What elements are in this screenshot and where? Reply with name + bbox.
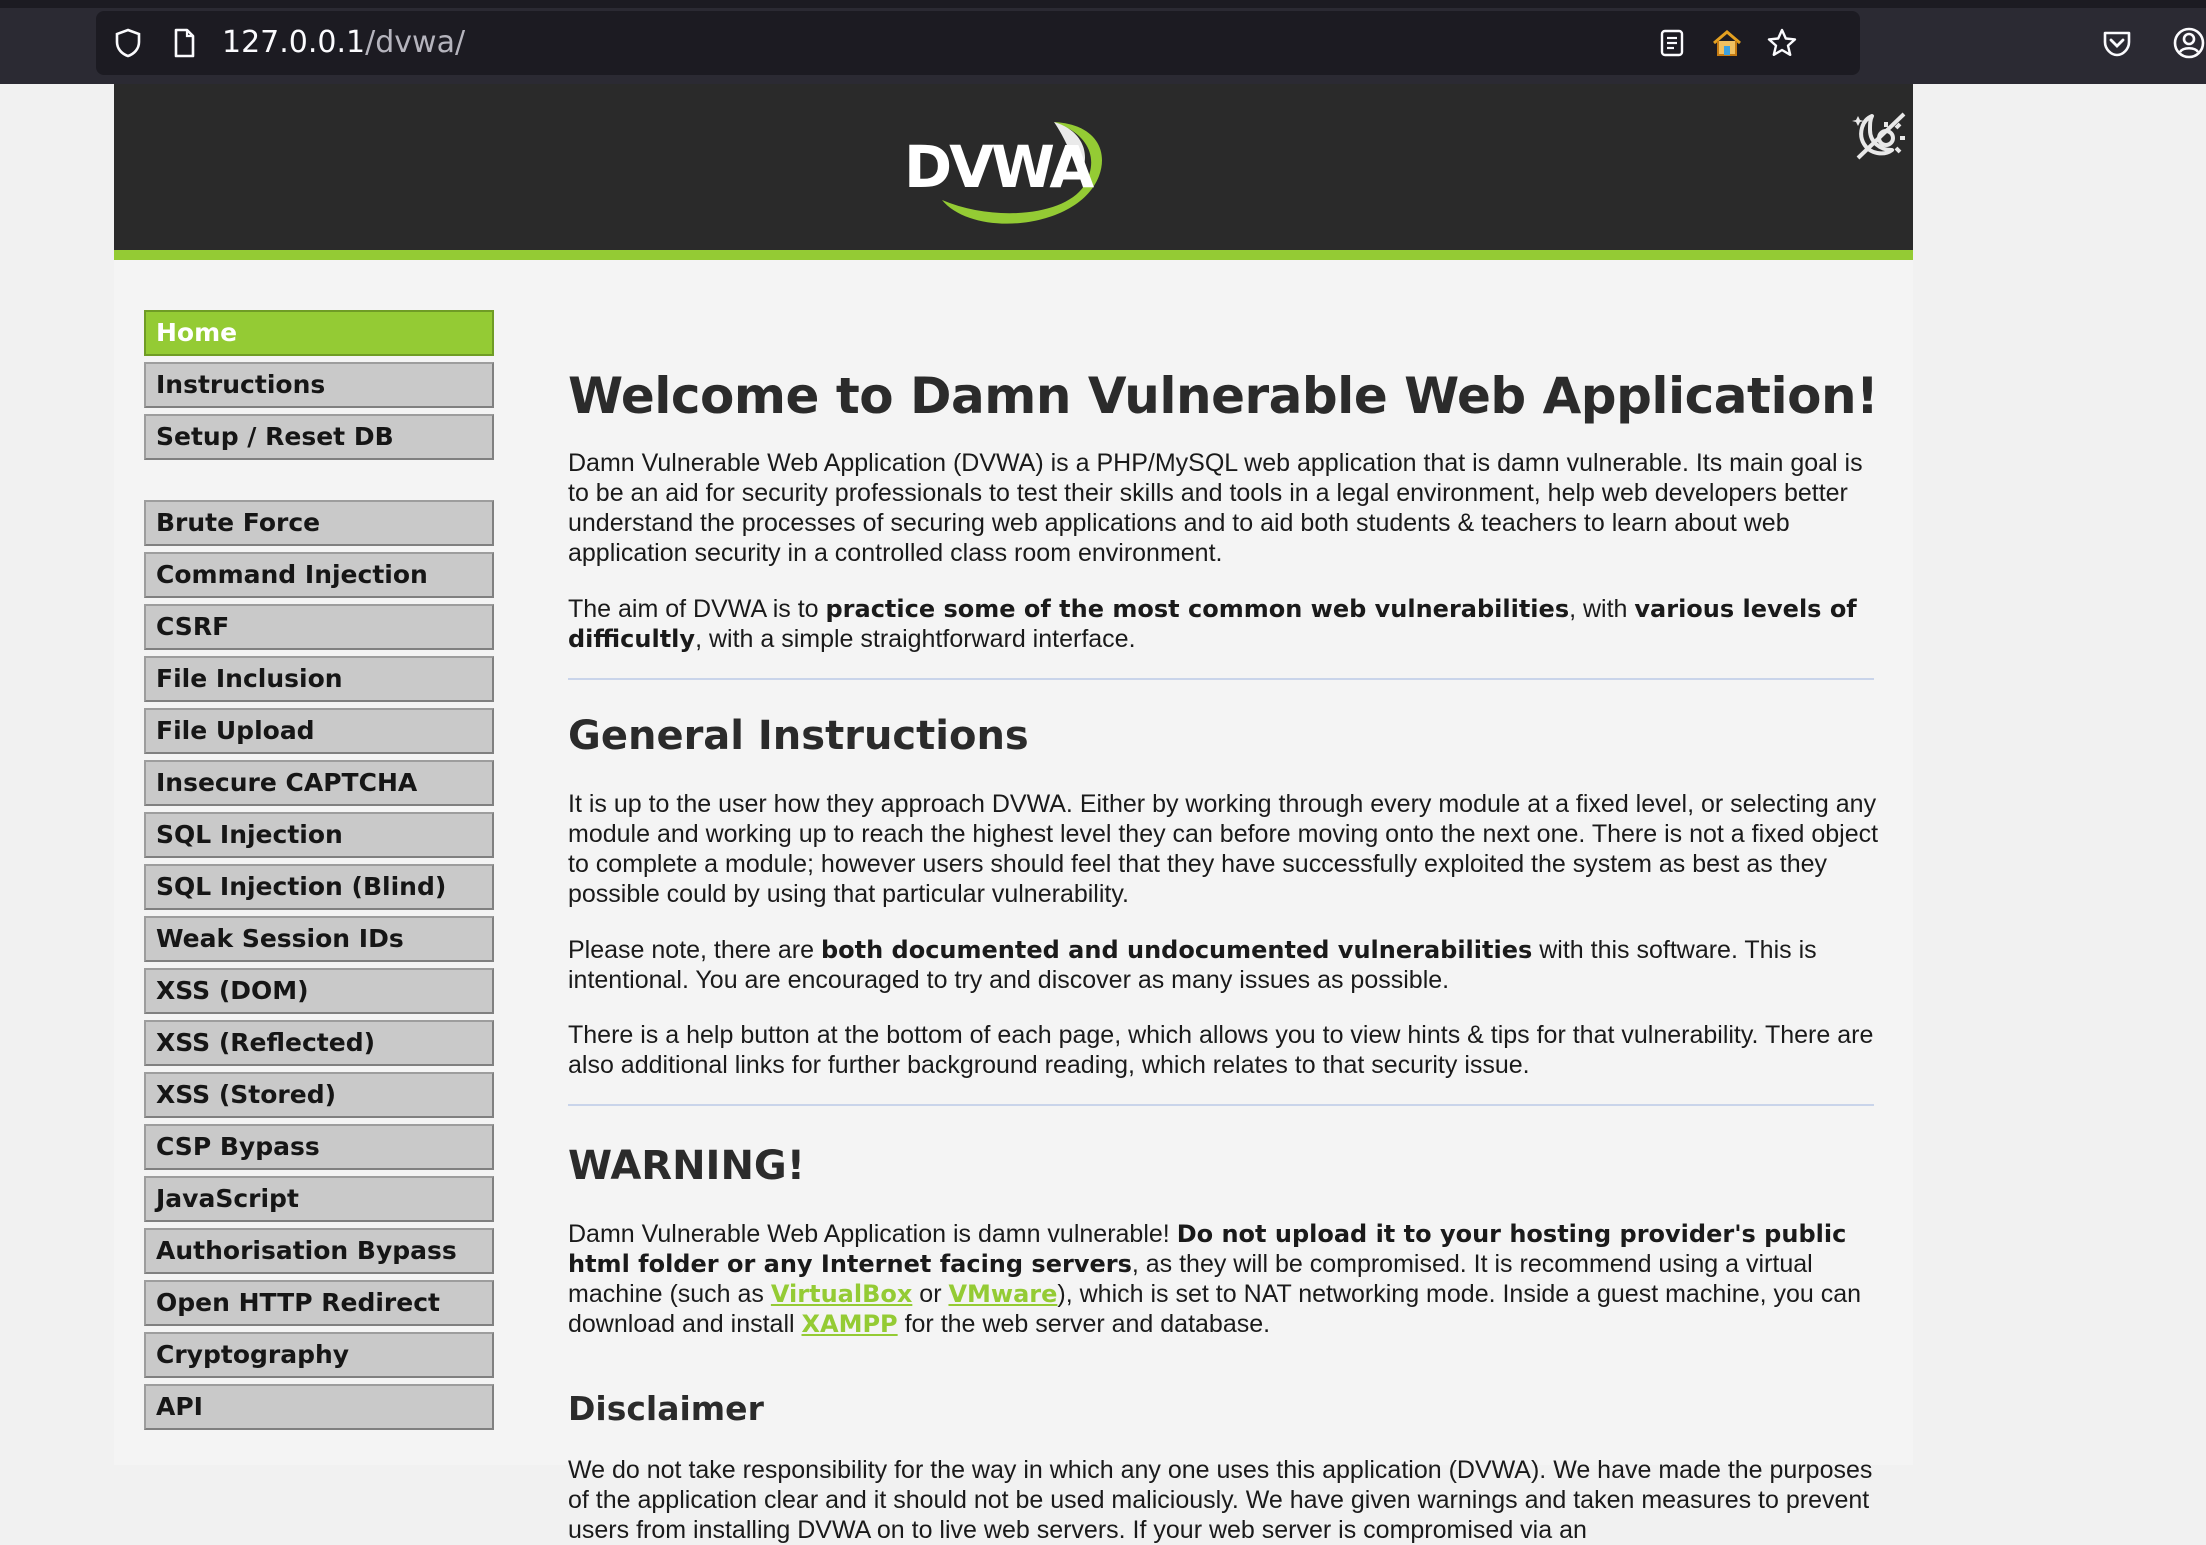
aim-text-3: , with a simple straightforward interfac… <box>695 625 1136 653</box>
menu-item-xss-dom[interactable]: XSS (DOM) <box>144 968 494 1014</box>
bookmark-star-icon[interactable] <box>1766 27 1798 59</box>
disclaimer-heading: Disclaimer <box>568 1389 764 1428</box>
aim-paragraph: The aim of DVWA is to practice some of t… <box>568 594 1880 654</box>
account-icon[interactable] <box>2172 26 2206 60</box>
home-icon[interactable] <box>1711 27 1743 59</box>
url-host: 127.0.0.1 <box>222 25 366 60</box>
menu-item-csrf[interactable]: CSRF <box>144 604 494 650</box>
menu-item-setup[interactable]: Setup / Reset DB <box>144 414 494 460</box>
menu-item-javascript[interactable]: JavaScript <box>144 1176 494 1222</box>
dvwa-page: DVWA Home Instructions Setup / Reset DB … <box>114 84 1913 1544</box>
menu-item-home[interactable]: Home <box>144 310 494 356</box>
browser-toolbar: 127.0.0.1/dvwa/ <box>0 0 2206 84</box>
intro-paragraph: Damn Vulnerable Web Application (DVWA) i… <box>568 449 1863 567</box>
general-paragraph-2: Please note, there are both documented a… <box>568 935 1880 995</box>
warning-text-3: or <box>912 1280 949 1308</box>
menu-item-open-http-redirect[interactable]: Open HTTP Redirect <box>144 1280 494 1326</box>
dvwa-logo[interactable]: DVWA <box>904 104 1134 234</box>
menu-item-file-upload[interactable]: File Upload <box>144 708 494 754</box>
note-bold: both documented and undocumented vulnera… <box>820 936 1533 964</box>
address-bar[interactable]: 127.0.0.1/dvwa/ <box>96 11 1860 75</box>
tab-strip <box>0 0 2206 8</box>
warning-text-1: Damn Vulnerable Web Application is damn … <box>568 1220 1177 1248</box>
aim-text-2: , with <box>1569 595 1635 623</box>
menu-item-insecure-captcha[interactable]: Insecure CAPTCHA <box>144 760 494 806</box>
general-instructions-heading: General Instructions <box>568 713 1029 759</box>
aim-bold-1: practice some of the most common web vul… <box>825 595 1570 623</box>
header-accent-bar <box>114 250 1913 260</box>
warning-text-5: for the web server and database. <box>897 1310 1271 1338</box>
disclaimer-paragraph: We do not take responsibility for the wa… <box>568 1456 1873 1544</box>
menu-item-command-injection[interactable]: Command Injection <box>144 552 494 598</box>
divider <box>568 678 1874 680</box>
url-text[interactable]: 127.0.0.1/dvwa/ <box>222 24 465 62</box>
page-title: Welcome to Damn Vulnerable Web Applicati… <box>568 367 1879 425</box>
page-icon[interactable] <box>168 27 200 59</box>
pocket-icon[interactable] <box>2100 26 2134 60</box>
aim-text-1: The aim of DVWA is to <box>568 595 826 623</box>
menu-item-sql-injection-blind[interactable]: SQL Injection (Blind) <box>144 864 494 910</box>
logo-text: DVWA <box>904 133 1094 201</box>
menu-item-cryptography[interactable]: Cryptography <box>144 1332 494 1378</box>
menu-item-file-inclusion[interactable]: File Inclusion <box>144 656 494 702</box>
general-paragraph-3: There is a help button at the bottom of … <box>568 1021 1874 1079</box>
menu-item-authorisation-bypass[interactable]: Authorisation Bypass <box>144 1228 494 1274</box>
url-path: /dvwa/ <box>365 25 466 60</box>
virtualbox-link[interactable]: VirtualBox <box>771 1280 912 1308</box>
shield-icon[interactable] <box>112 27 144 59</box>
menu-item-sql-injection[interactable]: SQL Injection <box>144 812 494 858</box>
warning-paragraph: Damn Vulnerable Web Application is damn … <box>568 1219 1880 1339</box>
menu-item-csp-bypass[interactable]: CSP Bypass <box>144 1124 494 1170</box>
note-text-1: Please note, there are <box>568 936 821 964</box>
reader-view-icon[interactable] <box>1656 27 1688 59</box>
general-paragraph-1: It is up to the user how they approach D… <box>568 790 1879 908</box>
site-header: DVWA <box>114 84 1913 260</box>
xampp-link[interactable]: XAMPP <box>802 1310 898 1338</box>
menu-item-xss-stored[interactable]: XSS (Stored) <box>144 1072 494 1118</box>
menu-item-xss-reflected[interactable]: XSS (Reflected) <box>144 1020 494 1066</box>
theme-toggle-icon[interactable] <box>1850 106 1910 166</box>
vmware-link[interactable]: VMware <box>948 1280 1057 1308</box>
menu-item-api[interactable]: API <box>144 1384 494 1430</box>
warning-heading: WARNING! <box>568 1143 805 1189</box>
menu-item-instructions[interactable]: Instructions <box>144 362 494 408</box>
menu-item-weak-session-ids[interactable]: Weak Session IDs <box>144 916 494 962</box>
divider <box>568 1104 1874 1106</box>
menu-item-brute-force[interactable]: Brute Force <box>144 500 494 546</box>
